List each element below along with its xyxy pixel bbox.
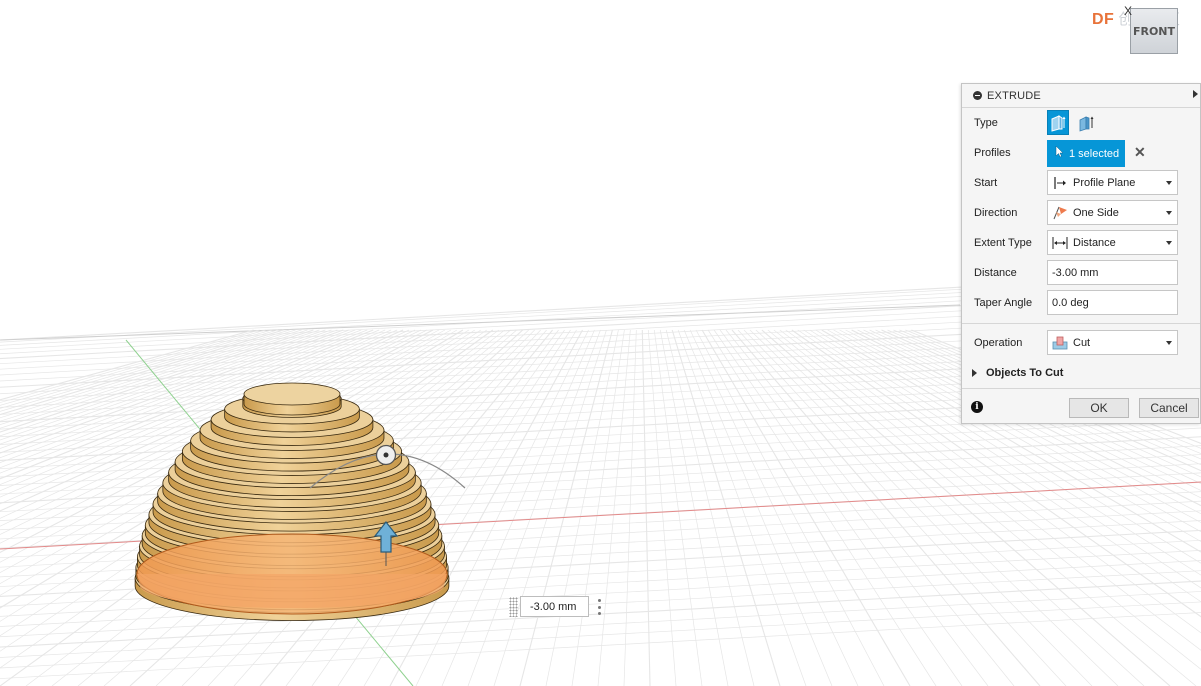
chevron-down-icon: [1166, 241, 1172, 245]
view-cube-x-axis-label: X: [1124, 4, 1133, 18]
cut-icon: [1052, 336, 1068, 350]
direction-label: Direction: [974, 207, 1018, 219]
thin-extrude-icon: [1079, 115, 1094, 132]
extent-type-row: Extent Type Distance: [962, 230, 1200, 256]
view-cube[interactable]: FRONT: [1124, 4, 1186, 60]
distance-input[interactable]: -3.00 mm: [1047, 260, 1178, 285]
direction-row: Direction One Side: [962, 200, 1200, 226]
panel-footer: i OK Cancel: [962, 389, 1200, 424]
profiles-row: Profiles 1 selected ✕: [962, 140, 1200, 167]
extent-type-label: Extent Type: [974, 237, 1032, 249]
profiles-value: 1 selected: [1069, 147, 1120, 160]
extent-type-value: Distance: [1073, 236, 1116, 249]
direction-value: One Side: [1073, 206, 1119, 219]
chevron-down-icon: [1166, 211, 1172, 215]
view-cube-front-face[interactable]: FRONT: [1130, 8, 1178, 54]
operation-row: Operation Cut: [962, 330, 1200, 356]
panel-title: EXTRUDE: [987, 89, 1041, 102]
distance-arrows-icon: [1052, 236, 1068, 250]
one-side-flag-icon: [1052, 206, 1068, 220]
start-row: Start Profile Plane: [962, 170, 1200, 196]
collapse-icon[interactable]: [973, 91, 982, 100]
start-label: Start: [974, 177, 998, 189]
distance-label: Distance: [974, 267, 1017, 279]
more-options-icon[interactable]: [597, 599, 601, 615]
objects-to-cut-expander[interactable]: Objects To Cut: [972, 367, 1063, 379]
taper-angle-row: Taper Angle 0.0 deg: [962, 290, 1200, 316]
cancel-button[interactable]: Cancel: [1139, 398, 1199, 418]
clear-selection-icon[interactable]: ✕: [1134, 144, 1146, 161]
profiles-select-button[interactable]: 1 selected: [1047, 140, 1125, 167]
distance-manipulator-field[interactable]: -3.00 mm: [520, 596, 589, 617]
operation-value: Cut: [1073, 336, 1091, 349]
type-thin-button[interactable]: [1076, 110, 1098, 135]
operation-label: Operation: [974, 337, 1023, 349]
type-label: Type: [974, 117, 998, 129]
watermark-brand: DF: [1092, 11, 1115, 28]
objects-to-cut-label: Objects To Cut: [986, 367, 1064, 379]
expand-triangle-icon: [972, 369, 977, 377]
rotate-handle[interactable]: [375, 444, 397, 466]
divider: [962, 323, 1200, 324]
start-value: Profile Plane: [1073, 176, 1136, 189]
operation-dropdown[interactable]: Cut: [1047, 330, 1178, 355]
direction-dropdown[interactable]: One Side: [1047, 200, 1178, 225]
distance-manipulator-input: -3.00 mm: [509, 596, 611, 618]
chevron-down-icon: [1166, 181, 1172, 185]
distance-manipulator-value: -3.00 mm: [530, 600, 577, 613]
sphere-body[interactable]: [134, 382, 450, 621]
ok-button[interactable]: OK: [1069, 398, 1129, 418]
taper-angle-label: Taper Angle: [974, 297, 1033, 309]
info-icon[interactable]: i: [971, 401, 983, 413]
extrude-panel: EXTRUDE Type Profiles 1 selected ✕ Start…: [961, 83, 1201, 424]
pointer-icon: [1055, 145, 1064, 161]
taper-angle-input[interactable]: 0.0 deg: [1047, 290, 1178, 315]
profiles-label: Profiles: [974, 147, 1011, 159]
drag-grip-icon[interactable]: [509, 597, 518, 617]
panel-header: EXTRUDE: [962, 84, 1200, 108]
start-dropdown[interactable]: Profile Plane: [1047, 170, 1178, 195]
chevron-down-icon: [1166, 341, 1172, 345]
solid-extrude-icon: [1051, 114, 1066, 132]
profile-plane-icon: [1052, 176, 1068, 190]
distance-value: -3.00 mm: [1052, 266, 1099, 279]
extent-type-dropdown[interactable]: Distance: [1047, 230, 1178, 255]
type-one-side-button[interactable]: [1047, 110, 1069, 135]
expand-arrow-icon[interactable]: [1193, 90, 1198, 98]
type-row: Type: [962, 110, 1200, 136]
distance-row: Distance -3.00 mm: [962, 260, 1200, 286]
taper-angle-value: 0.0 deg: [1052, 296, 1089, 309]
